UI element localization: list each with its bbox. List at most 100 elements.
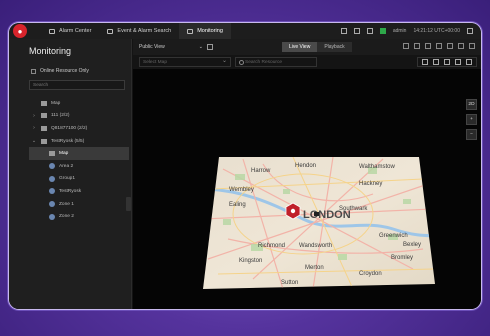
tree-item[interactable]: Map (29, 97, 129, 110)
record-icon[interactable] (425, 43, 431, 49)
site-icon (41, 138, 47, 144)
map-place-label: Bromley (391, 255, 413, 261)
area-icon (49, 163, 55, 170)
online-resource-only-label: Online Resource Only (40, 68, 89, 74)
expand-arrow-icon[interactable]: › (31, 113, 37, 119)
settings-icon[interactable] (447, 43, 453, 49)
tree-item-label: Group1 (59, 176, 75, 182)
tree-item-label: Zone 1 (59, 201, 74, 207)
resource-tree: Map › 111 (2/2) › Q81877100 (2/2) ⌄ TestRyosk … (29, 97, 129, 223)
flag-icon[interactable] (444, 59, 450, 65)
zoom-in-button[interactable]: + (466, 114, 477, 125)
tree-item[interactable]: TestRyosk (29, 185, 129, 198)
expand-arrow-icon[interactable]: ⌄ (31, 138, 37, 144)
playback-button[interactable]: Playback (317, 42, 352, 52)
2d-mode-button[interactable]: 2D (466, 99, 477, 110)
zoom-out-button[interactable]: − (466, 129, 477, 140)
tree-item[interactable]: ⌄ TestRyosk (5/5) (29, 135, 129, 148)
tab-monitoring[interactable]: Monitoring (179, 23, 231, 39)
tree-item[interactable]: Area 2 (29, 160, 129, 173)
toolbar-actions (403, 43, 475, 49)
map-view[interactable]: Harrow Hendon Walthamstow Wembley Hackney Eal… (133, 69, 481, 309)
online-resource-only-toggle[interactable]: Online Resource Only (31, 68, 89, 74)
view-selector[interactable]: Public View ⌄ (139, 44, 203, 50)
bell-icon (49, 28, 55, 34)
tree-item-label: Map (51, 100, 61, 106)
title-bar: ● Alarm Center Event & Alarm Search Moni… (9, 23, 481, 39)
alarm-indicator-icon[interactable] (340, 28, 347, 34)
area-icon (49, 201, 55, 208)
map-place-label: Sutton (281, 280, 298, 286)
fullscreen-icon[interactable] (458, 43, 464, 49)
tab-label: Monitoring (197, 28, 223, 34)
health-status-icon[interactable] (379, 28, 386, 34)
tree-item[interactable]: Zone 2 (29, 210, 129, 223)
map-place-label: Southwark (339, 206, 368, 212)
eye-icon[interactable] (422, 59, 428, 65)
search-resource-input[interactable]: Search Resource (235, 57, 317, 67)
map-place-label: Merton (305, 265, 324, 271)
map-canvas[interactable]: Harrow Hendon Walthamstow Wembley Hackney Eal… (133, 69, 481, 309)
device-marker-icon[interactable] (314, 212, 319, 216)
application-window: ● Alarm Center Event & Alarm Search Moni… (9, 23, 481, 309)
tree-item-label: 111 (2/2) (51, 113, 70, 119)
expand-arrow-icon[interactable]: › (31, 125, 37, 131)
more-icon[interactable] (469, 43, 475, 49)
mode-switch: Live View Playback (282, 42, 352, 52)
map-place-label: Wembley (229, 187, 254, 193)
map-pin-icon[interactable] (285, 202, 301, 220)
map-place-label: Wandsworth (299, 243, 332, 249)
tree-item[interactable]: › 111 (2/2) (29, 110, 129, 123)
tab-alarm-center[interactable]: Alarm Center (41, 23, 99, 39)
resource-sidebar: Monitoring Online Resource Only Search M… (9, 39, 132, 309)
search-icon (107, 28, 114, 34)
tree-item[interactable]: Map (29, 147, 129, 160)
window-division-icon[interactable] (436, 43, 442, 49)
favorite-icon[interactable] (403, 43, 409, 49)
tree-item[interactable]: › Q81877100 (2/2) (29, 122, 129, 135)
resource-filter-icon[interactable] (433, 59, 439, 65)
clock: 14:21:12 UTC+00:00 (413, 28, 460, 34)
map-place-label: Richmond (258, 243, 285, 249)
checkbox-icon[interactable] (31, 68, 36, 74)
map-icon (41, 100, 47, 106)
camera-icon (187, 28, 194, 34)
tree-item-label: Area 2 (59, 163, 74, 169)
tree-item-label: Map (59, 151, 69, 157)
map-place-label: Hackney (359, 181, 382, 187)
tab-label: Alarm Center (59, 28, 92, 34)
site-icon (41, 113, 47, 119)
area-icon (49, 188, 55, 195)
view-toolbar: Public View ⌄ Live View Playback (133, 39, 481, 55)
map-filter-bar: Select Map Search Resource (133, 55, 481, 69)
map-place-label: Bexley (403, 242, 421, 248)
area-icon (49, 213, 55, 220)
download-icon[interactable] (353, 28, 360, 34)
tab-event-alarm-search[interactable]: Event & Alarm Search (99, 23, 179, 39)
live-view-button[interactable]: Live View (282, 42, 318, 52)
user-name[interactable]: admin (393, 28, 407, 34)
settings-icon[interactable] (466, 59, 472, 65)
select-map-dropdown[interactable]: Select Map (139, 57, 231, 67)
map-controls: 2D + − (466, 99, 477, 140)
site-icon (41, 125, 47, 131)
view-selector-label: Public View (139, 44, 165, 50)
tree-item-label: Zone 2 (59, 214, 74, 220)
map-place-label: Harrow (251, 168, 271, 174)
map-place-label: Greenwich (379, 233, 408, 239)
map-tools (417, 57, 477, 67)
camera-icon[interactable] (455, 59, 461, 65)
lock-icon[interactable] (366, 28, 373, 34)
tree-item[interactable]: Group1 (29, 173, 129, 186)
menu-icon[interactable] (467, 28, 473, 34)
tree-item[interactable]: Zone 1 (29, 198, 129, 211)
grid-layout-icon[interactable] (207, 44, 213, 50)
tree-item-label: TestRyosk (5/5) (51, 138, 85, 144)
tab-label: Event & Alarm Search (117, 28, 172, 34)
resource-search-input[interactable]: Search (29, 80, 125, 90)
tree-item-label: TestRyosk (59, 188, 82, 194)
capture-icon[interactable] (414, 43, 420, 49)
map-icon (49, 151, 55, 157)
sidebar-collapse-handle[interactable] (126, 197, 131, 211)
map-place-label: Hendon (295, 163, 316, 169)
